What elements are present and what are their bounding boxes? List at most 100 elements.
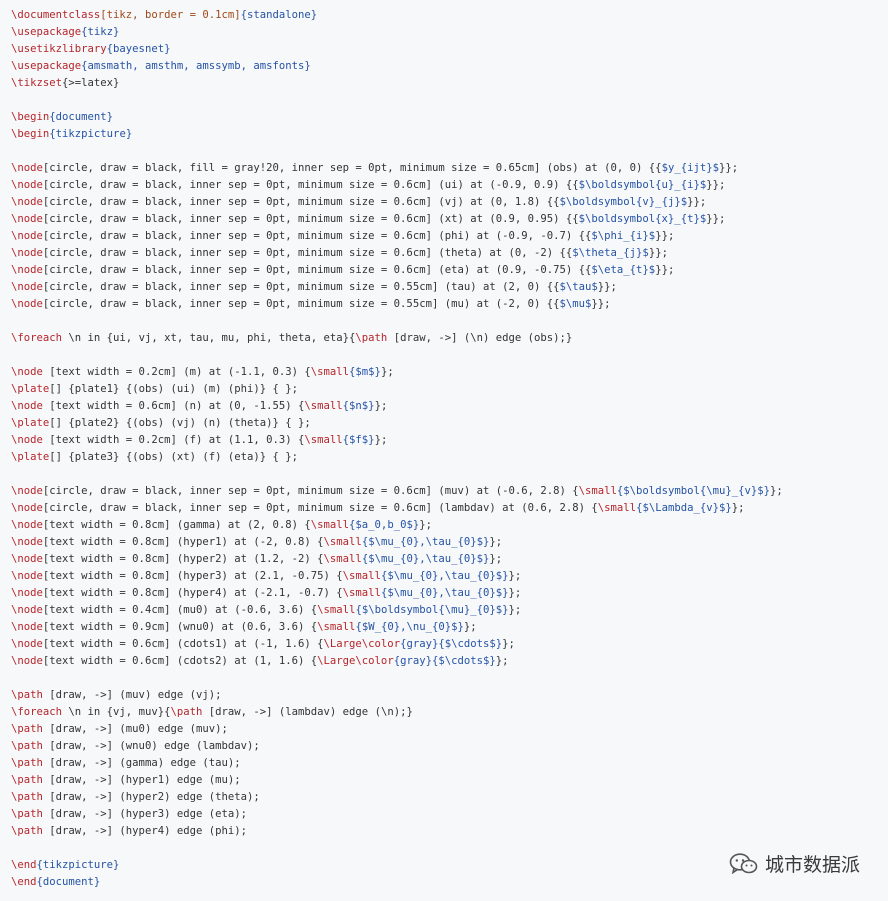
code-token: [circle, draw = black, inner sep = 0pt, … [42,502,598,514]
code-token: \node [11,264,43,276]
code-token: {$a_0,b_0$} [349,519,420,531]
code-token: \small [310,366,350,378]
code-token: [circle, draw = black, inner sep = 0pt, … [42,213,579,225]
code-line: \documentclass[tikz, border = 0.1cm]{sta… [11,7,888,24]
code-token: \node [11,196,43,208]
code-token: \node [11,502,43,514]
code-token: \small [578,485,617,497]
code-line: \node[circle, draw = black, inner sep = … [11,296,888,313]
code-token: [text width = 0.2cm] (f) at (1.1, 0.3) { [42,434,305,446]
code-token: \small [317,621,356,633]
watermark-text: 城市数据派 [764,854,860,876]
code-token: {>=latex} [62,77,120,89]
code-token: {gray}{$\cdots$} [393,655,496,667]
code-token: \tikzset [11,77,63,89]
code-token: }; [508,587,522,599]
code-token: [] {plate3} {(obs) (xt) (f) (eta)} { }; [49,451,299,463]
code-token: \n in {ui, vj, xt, tau, mu, phi, theta, … [62,332,356,344]
code-token: {amsmath, amsthm, amssymb, amsfonts} [81,60,311,72]
code-token: \node [11,434,43,446]
code-line: \node[text width = 0.8cm] (hyper1) at (-… [11,534,888,551]
code-token: [draw, ->] (gamma) edge (tau); [42,757,241,769]
code-token: \small [304,400,343,412]
code-token: \small [323,536,362,548]
code-token: \node [11,536,43,548]
code-token: \small [597,502,637,514]
code-token: \usepackage [11,60,82,72]
code-line: \path [draw, ->] (gamma) edge (tau); [11,755,888,772]
code-token: \foreach [11,332,63,344]
code-token: \node [11,162,43,174]
code-block: \documentclass[tikz, border = 0.1cm]{sta… [0,0,888,901]
code-token: [circle, draw = black, inner sep = 0pt, … [42,179,579,191]
code-line: \begin{tikzpicture} [11,126,888,143]
code-token: $\boldsymbol{u}_{i}$ [578,179,707,191]
code-token: [draw, ->] (\n) edge (obs);} [387,332,573,344]
code-token: \begin [11,111,50,123]
code-token: }}; [706,213,726,225]
code-line: \node[text width = 0.8cm] (hyper2) at (1… [11,551,888,568]
code-token: \path [170,706,203,718]
code-token: \path [11,774,43,786]
code-token: \node [11,604,43,616]
code-token: {$\mu_{0},\tau_{0}$} [380,570,509,582]
code-token: \small [342,570,381,582]
code-token: \node [11,621,43,633]
code-token: \documentclass [11,9,101,21]
code-token: }; [489,536,503,548]
code-token: \end [11,859,37,871]
code-line: \node[circle, draw = black, inner sep = … [11,500,888,517]
code-token: \Large\color [323,638,401,650]
code-token: [draw, ->] (hyper4) edge (phi); [42,825,247,837]
code-token: \node [11,298,43,310]
code-token: \node [11,281,43,293]
code-token: [draw, ->] (hyper2) edge (theta); [42,791,260,803]
code-token: \path [11,757,43,769]
code-token: [tikz, border = 0.1cm] [100,9,241,21]
code-token: {gray}{$\cdots$} [400,638,503,650]
code-line: \node[text width = 0.4cm] (mu0) at (-0.6… [11,602,888,619]
code-token: }; [380,366,394,378]
code-token: [text width = 0.8cm] (gamma) at (2, 0.8)… [42,519,311,531]
code-token: }}; [687,196,707,208]
code-line: \plate[] {plate2} {(obs) (vj) (n) (theta… [11,415,888,432]
code-line: \node[circle, draw = black, inner sep = … [11,211,888,228]
code-token: {tikz} [81,26,120,38]
code-token: \node [11,230,43,242]
code-token: \node [11,366,43,378]
code-token: {$W_{0},\nu_{0}$} [355,621,464,633]
code-line: \tikzset{>=latex} [11,75,888,92]
code-line: \node[circle, draw = black, inner sep = … [11,245,888,262]
code-token: }}; [706,179,726,191]
code-token: }}; [655,264,675,276]
code-token: }}; [591,298,611,310]
code-token: [circle, draw = black, inner sep = 0pt, … [42,247,573,259]
code-token: \usepackage [11,26,82,38]
code-token: [draw, ->] (wnu0) edge (lambdav); [42,740,260,752]
code-token: $\eta_{t}$ [591,264,656,276]
code-token: }; [419,519,432,531]
code-token: \node [11,485,43,497]
code-line: \node[circle, draw = black, inner sep = … [11,194,888,211]
code-token: {$n$} [342,400,375,412]
code-token: \node [11,587,43,599]
code-token: [draw, ->] (hyper1) edge (mu); [42,774,241,786]
code-line: \path [draw, ->] (hyper1) edge (mu); [11,772,888,789]
code-token: \node [11,519,43,531]
code-token: \node [11,638,43,650]
code-token: [circle, draw = black, inner sep = 0pt, … [42,485,579,497]
code-line: \node [text width = 0.2cm] (f) at (1.1, … [11,432,888,449]
code-token: {$f$} [342,434,375,446]
code-token: [text width = 0.9cm] (wnu0) at (0.6, 3.6… [42,621,318,633]
code-token: \small [342,587,381,599]
code-token: [text width = 0.6cm] (cdots2) at (1, 1.6… [42,655,318,667]
code-token: }; [374,400,388,412]
code-token: \path [11,723,43,735]
code-token: {tikzpicture} [36,859,120,871]
code-token: {$\mu_{0},\tau_{0}$} [361,553,490,565]
code-token: }; [495,655,509,667]
code-line: \usepackage{amsmath, amsthm, amssymb, am… [11,58,888,75]
